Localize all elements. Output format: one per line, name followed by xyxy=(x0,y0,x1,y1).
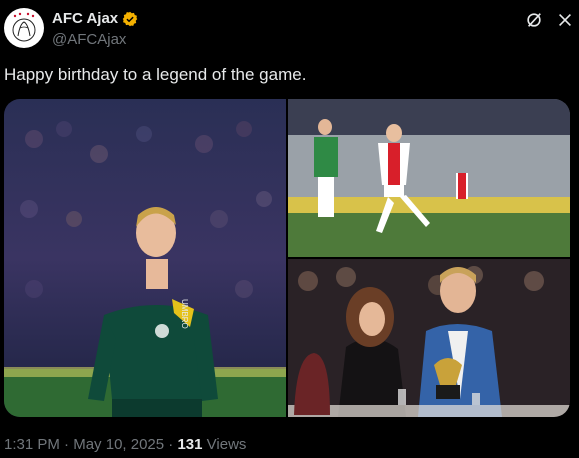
views-count: 131 xyxy=(177,436,203,453)
tweet-date[interactable]: May 10, 2025 xyxy=(73,436,164,453)
views-label: Views xyxy=(206,436,247,453)
meta-separator-2: · xyxy=(168,436,174,453)
photo-top-right[interactable] xyxy=(288,99,570,257)
photo-bottom-right[interactable] xyxy=(288,259,570,417)
photo-top-right-image xyxy=(288,99,570,257)
meta-separator: · xyxy=(64,436,70,453)
media-grid[interactable]: UMBRO xyxy=(4,99,570,417)
grok-icon xyxy=(527,13,541,27)
tweet-time[interactable]: 1:31 PM xyxy=(4,436,60,453)
avatar[interactable] xyxy=(4,8,44,48)
photo-main[interactable]: UMBRO xyxy=(4,99,286,417)
grok-button[interactable] xyxy=(524,10,544,30)
tweet-meta: 1:31 PM · May 10, 2025 · 131 Views xyxy=(4,436,246,453)
photo-main-image: UMBRO xyxy=(4,99,286,417)
tweet-text: Happy birthday to a legend of the game. xyxy=(4,65,307,84)
more-button[interactable] xyxy=(555,10,575,30)
more-icon xyxy=(559,14,571,26)
account-name[interactable]: AFC Ajax xyxy=(52,10,138,27)
photo-bottom-right-image xyxy=(288,259,570,417)
verified-badge-icon xyxy=(122,11,138,26)
account-name-text[interactable]: AFC Ajax xyxy=(52,10,118,27)
account-handle[interactable]: @AFCAjax xyxy=(52,31,126,48)
jersey-text: UMBRO xyxy=(180,299,189,329)
ajax-logo-icon xyxy=(7,11,41,45)
